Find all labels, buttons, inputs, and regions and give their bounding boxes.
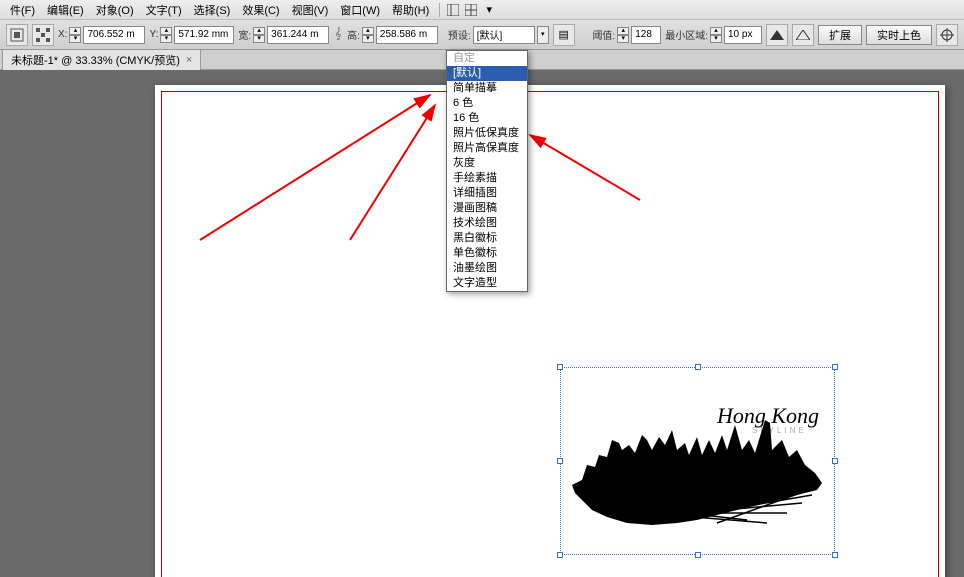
preset-option[interactable]: 油墨绘图 [447, 261, 527, 276]
h-label: 高: [347, 27, 360, 42]
x-spinner[interactable]: ▴▾ [69, 27, 81, 43]
artboard: Hong Kong SKYLINE [155, 85, 945, 577]
preset-menu-icon[interactable]: ▤ [553, 24, 575, 46]
menu-view[interactable]: 视图(V) [286, 0, 335, 20]
h-input[interactable] [376, 26, 438, 44]
preset-option[interactable]: 单色徽标 [447, 246, 527, 261]
minarea-spinner[interactable]: ▴▾ [710, 27, 722, 43]
preset-option[interactable]: 照片高保真度 [447, 141, 527, 156]
anchor-icon[interactable] [32, 24, 54, 46]
livepaint-button[interactable]: 实时上色 [866, 25, 932, 45]
y-spinner[interactable]: ▴▾ [160, 27, 172, 43]
close-icon[interactable]: × [186, 54, 192, 66]
document-tab[interactable]: 未标题-1* @ 33.33% (CMYK/预览) × [2, 49, 201, 70]
handle-bot-right[interactable] [832, 552, 838, 558]
embed-icon[interactable] [6, 24, 28, 46]
preset-dropdown[interactable]: 自定[默认]简单描摹6 色16 色照片低保真度照片高保真度灰度手绘素描详细插图漫… [446, 50, 528, 292]
selection-box[interactable] [560, 367, 835, 555]
y-input[interactable] [174, 26, 234, 44]
preset-label: 预设: [448, 27, 471, 42]
handle-top-right[interactable] [832, 364, 838, 370]
preset-option[interactable]: 手绘素描 [447, 171, 527, 186]
minarea-input[interactable] [724, 26, 762, 44]
dropdown-icon[interactable]: ▾ [480, 2, 498, 18]
w-input[interactable] [267, 26, 329, 44]
preset-option[interactable]: 黑白徽标 [447, 231, 527, 246]
preset-option[interactable]: 16 色 [447, 111, 527, 126]
threshold-label: 阈值: [592, 27, 615, 42]
menu-help[interactable]: 帮助(H) [386, 0, 435, 20]
minarea-label: 最小区域: [665, 27, 708, 42]
preset-option[interactable]: 文字造型 [447, 276, 527, 291]
w-label: 宽: [238, 27, 251, 42]
document-title: 未标题-1* @ 33.33% (CMYK/预览) [11, 52, 180, 68]
preset-option[interactable]: 详细插图 [447, 186, 527, 201]
view-black-icon[interactable] [766, 24, 788, 46]
preset-option[interactable]: 6 色 [447, 96, 527, 111]
preset-option[interactable]: [默认] [447, 66, 527, 81]
menu-type[interactable]: 文字(T) [140, 0, 188, 20]
target-icon[interactable] [936, 24, 958, 46]
menu-object[interactable]: 对象(O) [90, 0, 140, 20]
link-icon[interactable]: 𝄞 [333, 28, 343, 41]
w-spinner[interactable]: ▴▾ [253, 27, 265, 43]
options-bar: X: ▴▾ Y: ▴▾ 宽: ▴▾ 𝄞 高: ▴▾ 预设: ▾ ▤ 阈值: ▴▾… [0, 20, 964, 50]
grid-icon[interactable] [462, 2, 480, 18]
menu-effect[interactable]: 效果(C) [236, 0, 285, 20]
handle-mid-right[interactable] [832, 458, 838, 464]
preset-dropdown-icon[interactable]: ▾ [537, 26, 549, 44]
preset-select[interactable] [473, 26, 535, 44]
view-outline-icon[interactable] [792, 24, 814, 46]
threshold-input[interactable] [631, 26, 661, 44]
layout-icon[interactable] [444, 2, 462, 18]
preset-option[interactable]: 灰度 [447, 156, 527, 171]
threshold-spinner[interactable]: ▴▾ [617, 27, 629, 43]
separator [439, 3, 440, 17]
handle-top-left[interactable] [557, 364, 563, 370]
menu-select[interactable]: 选择(S) [188, 0, 237, 20]
x-label: X: [58, 29, 67, 40]
expand-button[interactable]: 扩展 [818, 25, 862, 45]
menu-file[interactable]: 件(F) [4, 0, 41, 20]
preset-option[interactable]: 简单描摹 [447, 81, 527, 96]
handle-mid-left[interactable] [557, 458, 563, 464]
handle-bot-mid[interactable] [695, 552, 701, 558]
handle-bot-left[interactable] [557, 552, 563, 558]
menu-window[interactable]: 窗口(W) [334, 0, 386, 20]
preset-option[interactable]: 漫画图稿 [447, 201, 527, 216]
handle-top-mid[interactable] [695, 364, 701, 370]
y-label: Y: [149, 29, 158, 40]
preset-option[interactable]: 技术绘图 [447, 216, 527, 231]
preset-option: 自定 [447, 51, 527, 66]
h-spinner[interactable]: ▴▾ [362, 27, 374, 43]
x-input[interactable] [83, 26, 145, 44]
preset-option[interactable]: 照片低保真度 [447, 126, 527, 141]
menu-edit[interactable]: 编辑(E) [41, 0, 90, 20]
menu-bar: 件(F) 编辑(E) 对象(O) 文字(T) 选择(S) 效果(C) 视图(V)… [0, 0, 964, 20]
